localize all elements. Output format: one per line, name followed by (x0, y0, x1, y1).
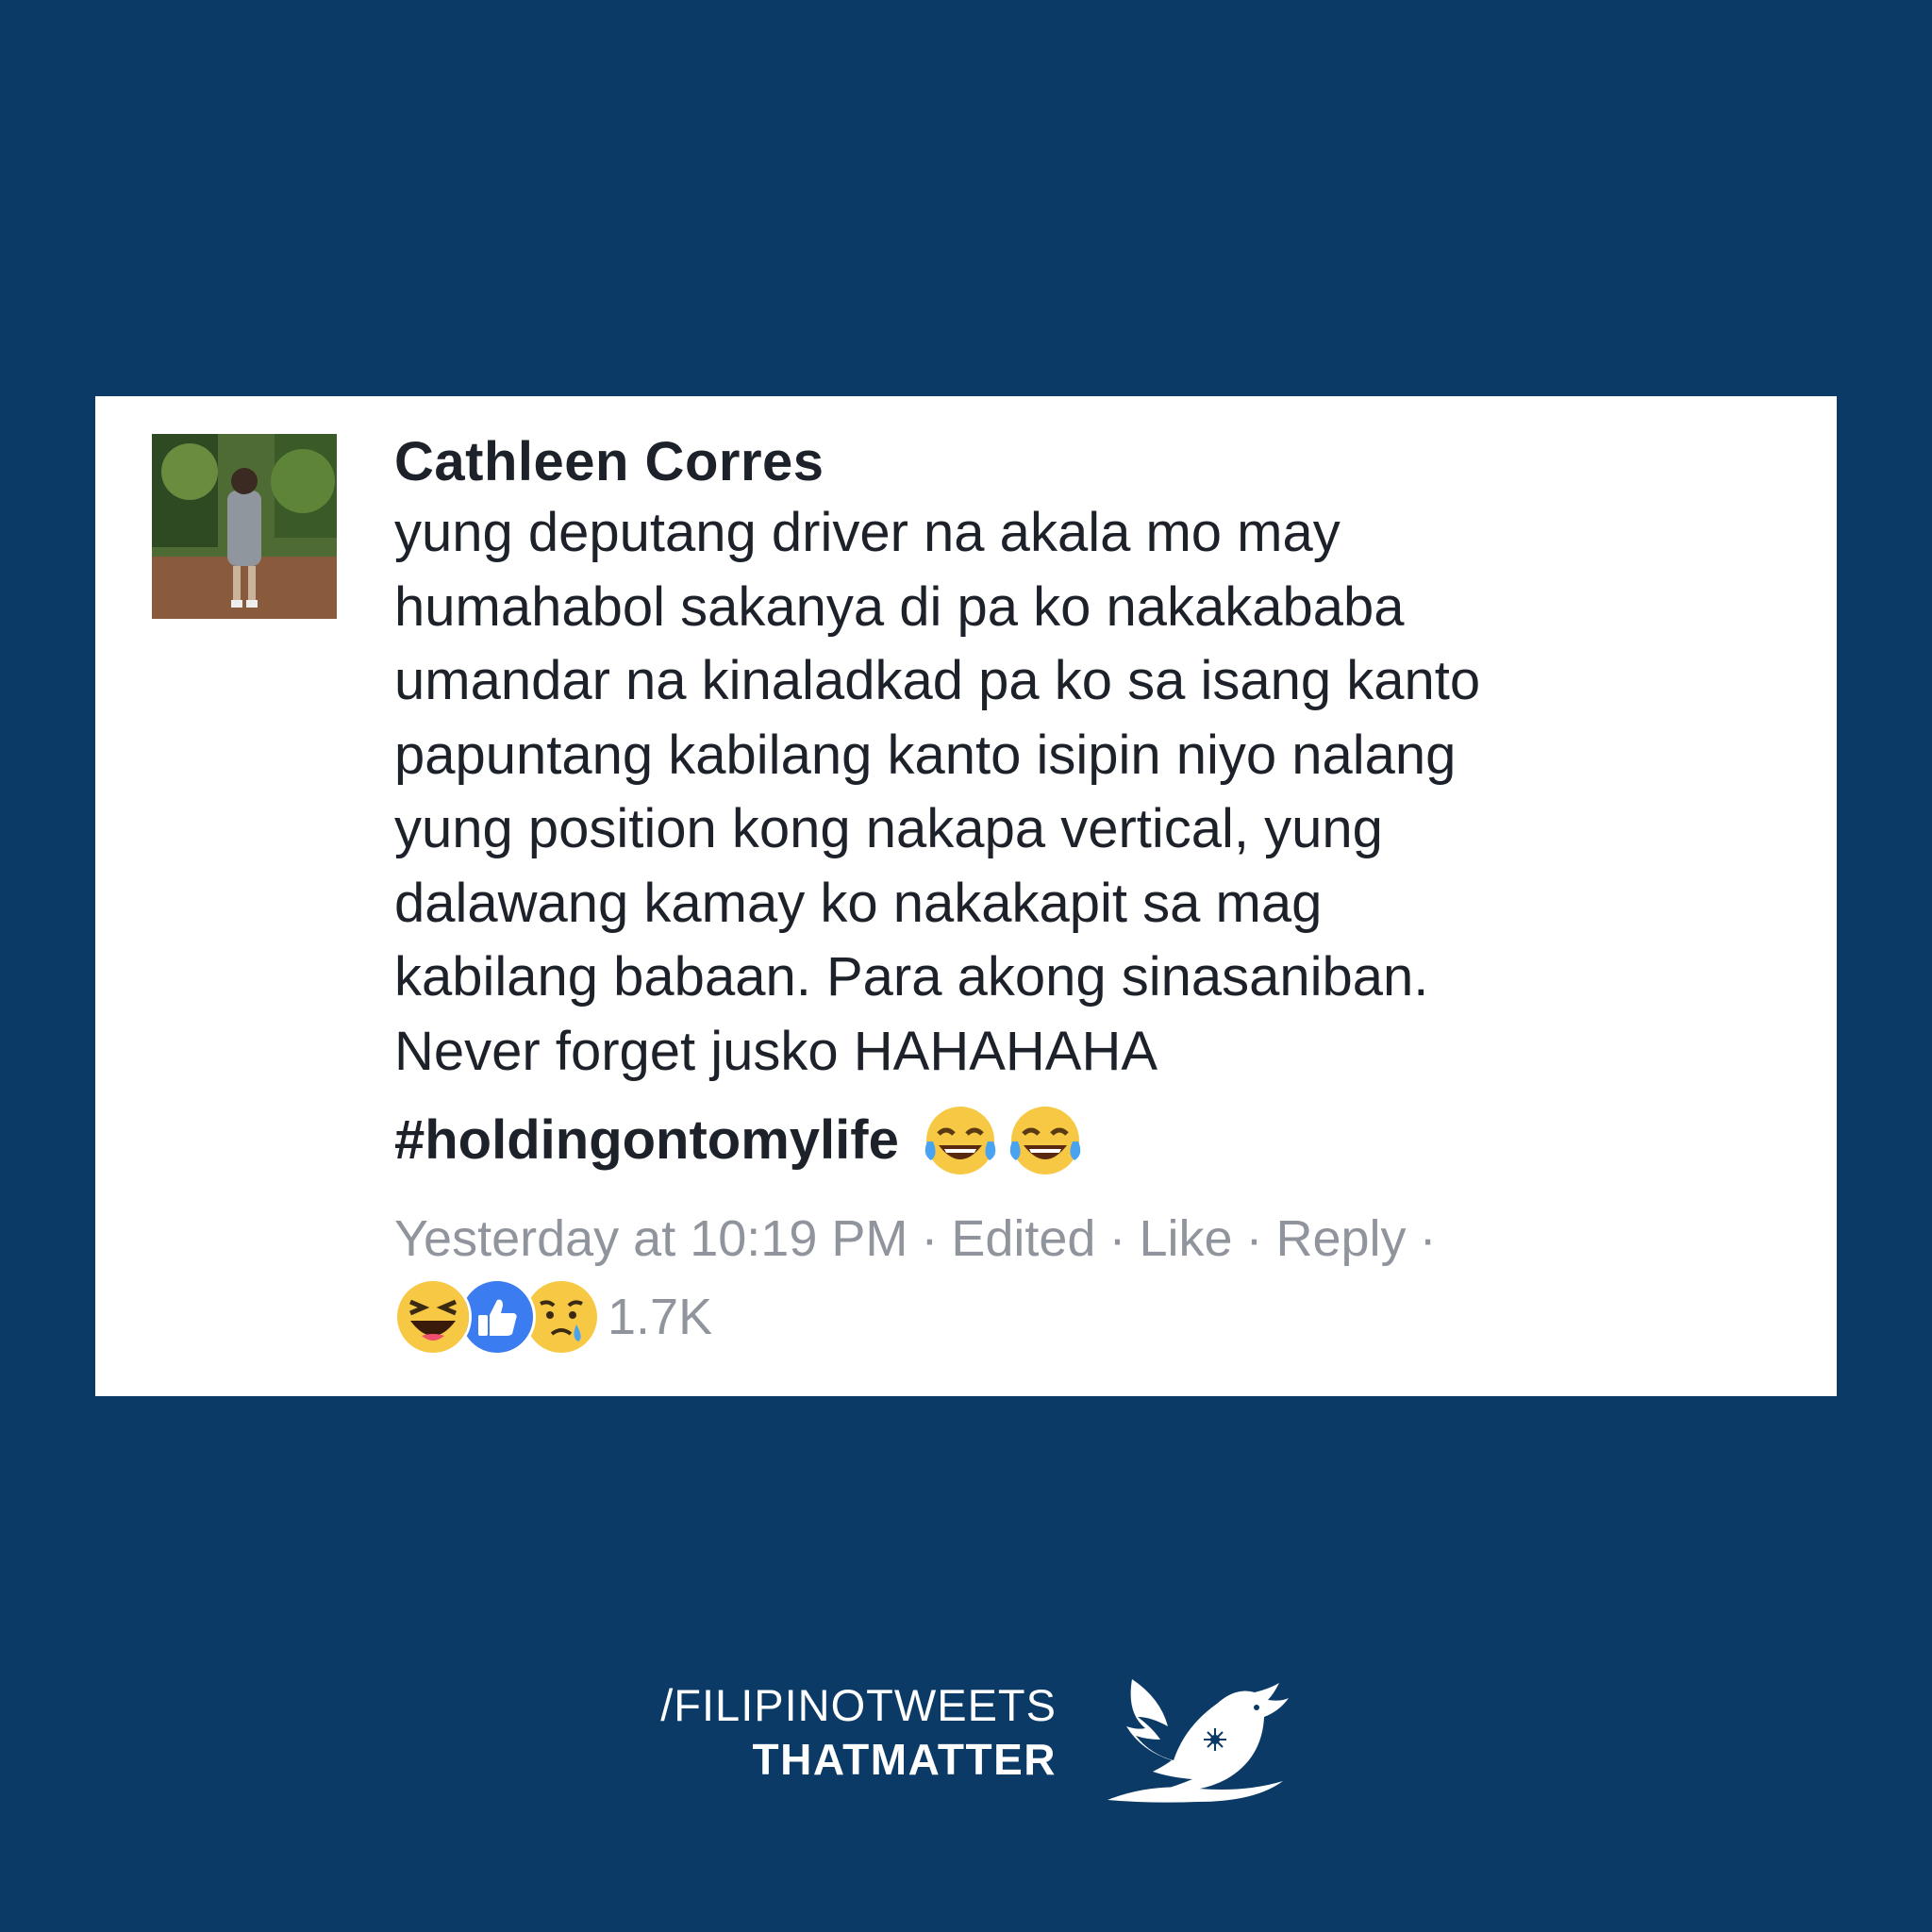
comment-author[interactable]: Cathleen Corres (394, 428, 1809, 496)
comment-line: kabilang babaan. Para akong sinasaniban. (394, 946, 1429, 1008)
haha-reaction-icon (394, 1278, 472, 1356)
comment-body: yung deputang driver na akala mo may hum… (394, 496, 1809, 1089)
timestamp[interactable]: Yesterday at 10:19 PM (394, 1210, 908, 1267)
comment-line: yung deputang driver na akala mo may (394, 502, 1341, 563)
edited-label[interactable]: Edited (951, 1210, 1095, 1267)
hashtag-link[interactable]: #holdingontomylife (394, 1104, 899, 1177)
tears-of-joy-icon (920, 1100, 1001, 1181)
reaction-summary[interactable]: 1.7K (394, 1278, 1809, 1356)
separator: · (1108, 1210, 1126, 1267)
comment-line: papuntang kabilang kanto isipin niyo nal… (394, 724, 1457, 786)
avatar[interactable] (152, 434, 337, 619)
comment-line: humahabol sakanya di pa ko nakakababa (394, 575, 1405, 638)
reaction-count: 1.7K (608, 1289, 713, 1345)
separator: · (1419, 1210, 1437, 1267)
separator: · (1245, 1210, 1263, 1267)
comment-line: Never forget jusko HAHAHAHA (394, 1020, 1158, 1082)
comment-line: umandar na kinaladkad pa ko sa isang kan… (394, 650, 1481, 711)
comment-meta: Yesterday at 10:19 PM · Edited · Like · Reply · (394, 1206, 1809, 1272)
bird-logo-icon (1094, 1660, 1302, 1811)
comment-content: Cathleen Corres yung deputang driver na … (394, 428, 1809, 1356)
separator: · (921, 1210, 939, 1267)
like-link[interactable]: Like (1139, 1210, 1232, 1267)
comment-line: dalawang kamay ko nakakapit sa mag (394, 872, 1323, 934)
tears-of-joy-icon (1005, 1100, 1086, 1181)
branding-text: /FILIPINOTWEETS THATMATTER (651, 1679, 1057, 1787)
hashtag-line: #holdingontomylife (394, 1100, 1809, 1181)
page: { "comment": { "author": "Cathleen Corre… (0, 0, 1932, 1932)
brand-line-1: /FILIPINOTWEETS (660, 1680, 1057, 1730)
reply-link[interactable]: Reply (1276, 1210, 1407, 1267)
brand-line-2: THATMATTER (752, 1735, 1057, 1784)
comment-card: Cathleen Corres yung deputang driver na … (95, 396, 1837, 1396)
comment-line: yung position kong nakapa vertical, yung (394, 798, 1383, 859)
avatar-photo (152, 434, 337, 619)
